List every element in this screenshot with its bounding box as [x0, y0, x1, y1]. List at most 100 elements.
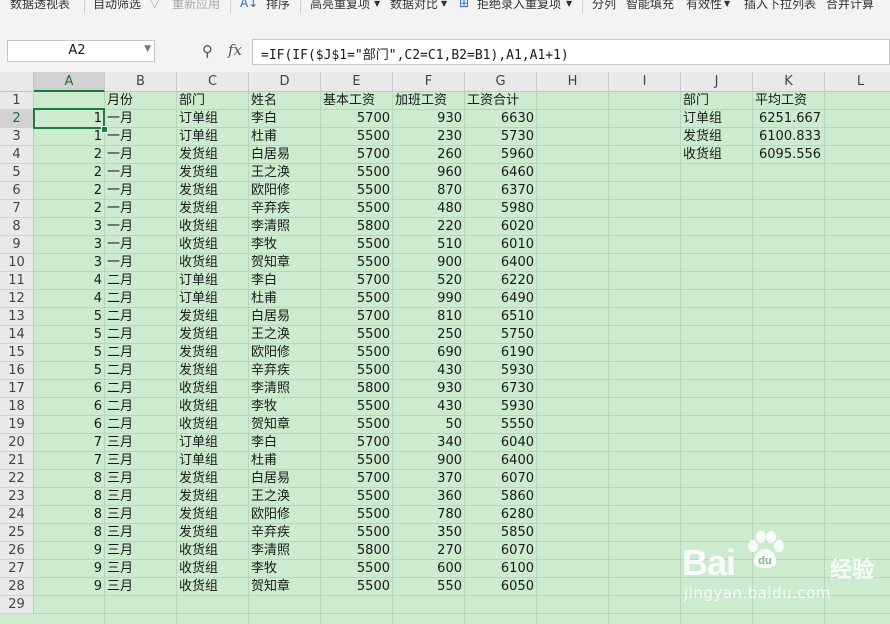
cell[interactable]: 5700: [321, 110, 393, 128]
row-header[interactable]: 22: [0, 470, 34, 488]
cell[interactable]: 5500: [321, 200, 393, 218]
cell[interactable]: 5500: [321, 488, 393, 506]
row-header[interactable]: 20: [0, 434, 34, 452]
cell[interactable]: 5500: [321, 560, 393, 578]
cell[interactable]: 5500: [321, 236, 393, 254]
row-header[interactable]: 8: [0, 218, 34, 236]
cell[interactable]: 贺知章: [249, 254, 321, 272]
cell[interactable]: 230: [393, 128, 465, 146]
cell[interactable]: 收货组: [177, 398, 249, 416]
cell[interactable]: 6370: [465, 182, 537, 200]
cell[interactable]: 8: [34, 506, 105, 524]
column-header-d[interactable]: D: [249, 72, 321, 92]
cell[interactable]: 收货组: [177, 578, 249, 596]
auto-filter-button[interactable]: 自动筛选: [93, 0, 141, 14]
column-header-a[interactable]: A: [34, 72, 105, 92]
cell[interactable]: 5550: [465, 416, 537, 434]
column-header-l[interactable]: L: [825, 72, 890, 92]
column-header-k[interactable]: K: [753, 72, 825, 92]
cell[interactable]: 5700: [321, 308, 393, 326]
row-header[interactable]: 24: [0, 506, 34, 524]
cell[interactable]: 5700: [321, 470, 393, 488]
cell[interactable]: 5500: [321, 164, 393, 182]
cell[interactable]: 370: [393, 470, 465, 488]
cell[interactable]: 李牧: [249, 398, 321, 416]
cell[interactable]: 6251.667: [753, 110, 825, 128]
pivot-table-button[interactable]: 数据透视表: [10, 0, 70, 14]
cell[interactable]: 三月: [105, 524, 177, 542]
cell[interactable]: 收货组: [177, 380, 249, 398]
row-header[interactable]: 16: [0, 362, 34, 380]
cell[interactable]: 600: [393, 560, 465, 578]
cell[interactable]: 5800: [321, 380, 393, 398]
cell[interactable]: 5930: [465, 398, 537, 416]
row-header[interactable]: 29: [0, 596, 34, 614]
cell[interactable]: 430: [393, 398, 465, 416]
cell[interactable]: 7: [34, 434, 105, 452]
cell[interactable]: 发货组: [177, 362, 249, 380]
row-header[interactable]: 19: [0, 416, 34, 434]
cell[interactable]: 工资合计: [465, 92, 537, 110]
cell[interactable]: 430: [393, 362, 465, 380]
cell[interactable]: 5700: [321, 434, 393, 452]
reject-duplicate-entry-button[interactable]: 拒绝录入重复项: [477, 0, 561, 14]
cell[interactable]: 5930: [465, 362, 537, 380]
cell[interactable]: 6510: [465, 308, 537, 326]
cell[interactable]: 李白: [249, 434, 321, 452]
cell[interactable]: 基本工资: [321, 92, 393, 110]
cell[interactable]: 月份: [105, 92, 177, 110]
cell[interactable]: 5800: [321, 218, 393, 236]
cell[interactable]: 部门: [177, 92, 249, 110]
row-header[interactable]: 12: [0, 290, 34, 308]
cell[interactable]: 250: [393, 326, 465, 344]
cell[interactable]: 6490: [465, 290, 537, 308]
cell[interactable]: 收货组: [177, 236, 249, 254]
cell[interactable]: 收货组: [177, 254, 249, 272]
fx-icon[interactable]: fx: [228, 41, 242, 59]
row-header[interactable]: 7: [0, 200, 34, 218]
cell[interactable]: 三月: [105, 506, 177, 524]
cell[interactable]: 5500: [321, 254, 393, 272]
cell[interactable]: 5500: [321, 326, 393, 344]
cell[interactable]: 收货组: [177, 416, 249, 434]
row-header[interactable]: 3: [0, 128, 34, 146]
row-header[interactable]: 5: [0, 164, 34, 182]
cell[interactable]: 白居易: [249, 146, 321, 164]
cell[interactable]: 5500: [321, 524, 393, 542]
cell[interactable]: 270: [393, 542, 465, 560]
cell[interactable]: 5730: [465, 128, 537, 146]
cell[interactable]: 发货组: [177, 344, 249, 362]
insert-dropdown-list-button[interactable]: 插入下拉列表: [744, 0, 816, 14]
cell[interactable]: 6100: [465, 560, 537, 578]
column-header-i[interactable]: I: [609, 72, 681, 92]
row-header[interactable]: 26: [0, 542, 34, 560]
cell[interactable]: 5: [34, 308, 105, 326]
cell[interactable]: 5: [34, 326, 105, 344]
cell[interactable]: 6460: [465, 164, 537, 182]
cell[interactable]: 6730: [465, 380, 537, 398]
cell[interactable]: 340: [393, 434, 465, 452]
spreadsheet-grid[interactable]: A B C D E F G H I J K L 1 2 3 4 5 6 7 8 9 10 11 12 13 14 15 16 17 18 1…: [0, 72, 890, 624]
column-header-h[interactable]: H: [537, 72, 609, 92]
cell[interactable]: 5700: [321, 272, 393, 290]
cell[interactable]: 5: [34, 362, 105, 380]
column-header-f[interactable]: F: [393, 72, 465, 92]
cell[interactable]: 一月: [105, 200, 177, 218]
fill-handle[interactable]: [101, 126, 108, 133]
cell[interactable]: 6: [34, 398, 105, 416]
cell[interactable]: 220: [393, 218, 465, 236]
cell[interactable]: 加班工资: [393, 92, 465, 110]
cell[interactable]: 发货组: [177, 182, 249, 200]
cell[interactable]: 6100.833: [753, 128, 825, 146]
cell[interactable]: 5750: [465, 326, 537, 344]
cell[interactable]: 690: [393, 344, 465, 362]
cell[interactable]: 一月: [105, 218, 177, 236]
cell[interactable]: 三月: [105, 452, 177, 470]
cell[interactable]: 王之涣: [249, 326, 321, 344]
cell[interactable]: 欧阳修: [249, 344, 321, 362]
cell[interactable]: 二月: [105, 308, 177, 326]
cell[interactable]: 二月: [105, 290, 177, 308]
cell[interactable]: 发货组: [177, 146, 249, 164]
cell[interactable]: 360: [393, 488, 465, 506]
cell[interactable]: 6095.556: [753, 146, 825, 164]
